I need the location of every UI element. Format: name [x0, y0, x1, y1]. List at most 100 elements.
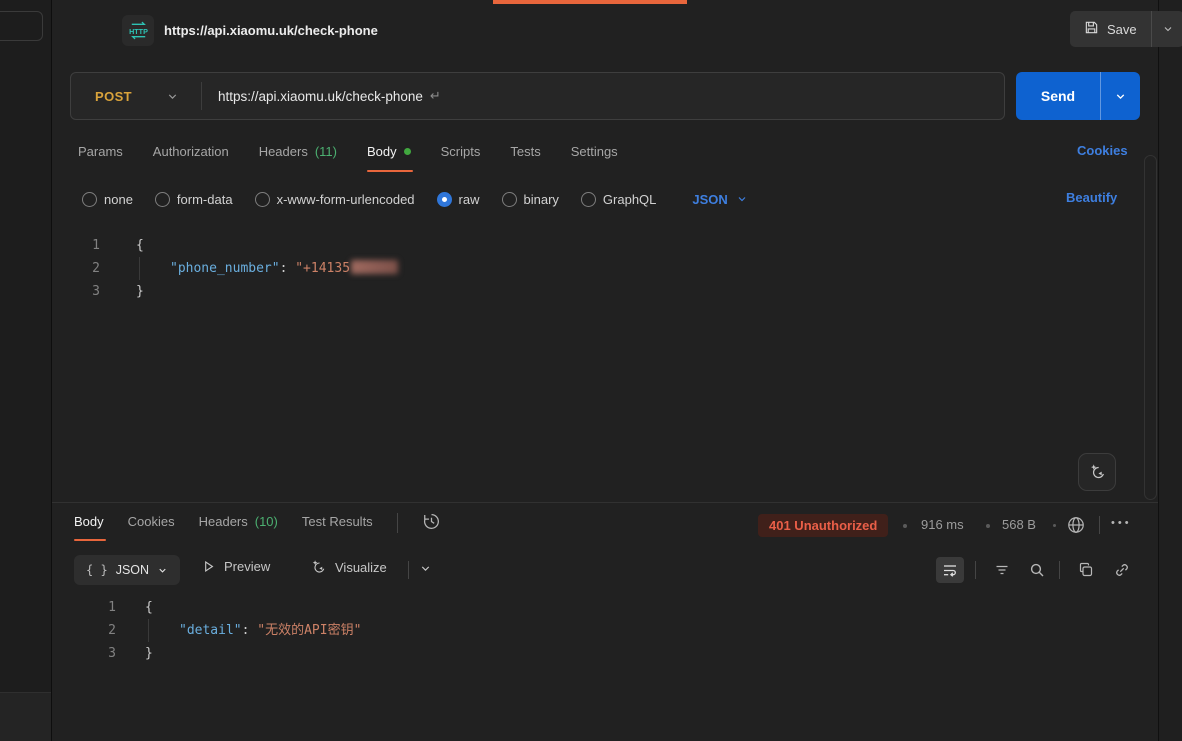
- radio-form-data[interactable]: [155, 192, 170, 207]
- code-line: "detail": "无效的API密钥": [179, 619, 361, 642]
- request-title: https://api.xiaomu.uk/check-phone: [164, 23, 378, 38]
- braces-icon: { }: [86, 563, 108, 577]
- method-selector-value[interactable]: POST: [71, 89, 166, 104]
- body-type-raw[interactable]: raw: [437, 192, 480, 207]
- format-chevron-down-icon: [157, 565, 168, 576]
- response-format-select[interactable]: { } JSON: [74, 555, 180, 585]
- right-sidebar-strip: [1158, 0, 1182, 741]
- request-body-editor[interactable]: 1 2 3 { "phone_number": "+14135 }: [0, 234, 1158, 500]
- beautify-link[interactable]: Beautify: [1066, 190, 1117, 205]
- send-button[interactable]: Send: [1016, 72, 1100, 120]
- copy-icon: [1078, 562, 1094, 578]
- link-button[interactable]: [1108, 557, 1136, 583]
- request-url-row: POST https://api.xiaomu.uk/check-phone ↵…: [52, 70, 1158, 122]
- request-url-box: POST https://api.xiaomu.uk/check-phone ↵: [70, 72, 1005, 120]
- preview-button[interactable]: Preview: [201, 559, 270, 574]
- postbot-ai-button[interactable]: [1078, 453, 1116, 491]
- search-icon: [1029, 562, 1045, 578]
- send-options-dropdown[interactable]: [1100, 72, 1140, 120]
- more-options-icon[interactable]: •••: [1111, 517, 1132, 529]
- response-toolbar: { } JSON Preview Visualize: [0, 555, 1158, 587]
- redacted-phone-number: [351, 260, 398, 274]
- line-number: 3: [70, 642, 116, 665]
- body-type-options: none form-data x-www-form-urlencoded raw…: [82, 186, 748, 212]
- body-type-form-data[interactable]: form-data: [155, 192, 233, 207]
- save-button-label: Save: [1107, 22, 1137, 37]
- play-icon: [201, 559, 216, 574]
- response-format-value: JSON: [116, 563, 149, 577]
- body-type-urlencoded[interactable]: x-www-form-urlencoded: [255, 192, 415, 207]
- tab-scripts[interactable]: Scripts: [441, 138, 481, 172]
- body-type-graphql[interactable]: GraphQL: [581, 192, 656, 207]
- toolbar-divider: [975, 561, 976, 579]
- tab-params[interactable]: Params: [78, 138, 123, 172]
- meta-separator-dot: [903, 524, 907, 528]
- wrap-lines-button[interactable]: [936, 557, 964, 583]
- response-body-editor[interactable]: 1 2 3 { "detail": "无效的API密钥" }: [0, 596, 1158, 741]
- line-number: 1: [70, 234, 100, 257]
- radio-binary[interactable]: [502, 192, 517, 207]
- indent-guide: [148, 619, 149, 642]
- code-line: {: [136, 234, 144, 257]
- save-button[interactable]: Save: [1070, 11, 1151, 47]
- code-line: {: [145, 596, 153, 619]
- response-time[interactable]: 916 ms: [921, 517, 964, 532]
- http-protocol-icon: HTTP: [122, 15, 154, 46]
- cookies-link[interactable]: Cookies: [1077, 143, 1128, 158]
- response-status-badge[interactable]: 401 Unauthorized: [758, 514, 888, 537]
- request-tabs: Params Authorization Headers (11) Body S…: [78, 138, 618, 172]
- send-button-group: Send: [1016, 72, 1140, 120]
- json-value-visible: "+14135: [295, 261, 350, 276]
- sparkle-circle-icon: [310, 559, 327, 576]
- filter-button[interactable]: [988, 557, 1016, 583]
- enter-key-hint: ↵: [430, 88, 441, 104]
- json-key: "phone_number": [170, 261, 280, 276]
- network-globe-icon[interactable]: [1066, 515, 1086, 538]
- tab-authorization[interactable]: Authorization: [153, 138, 229, 172]
- response-size[interactable]: 568 B: [1002, 517, 1036, 532]
- background-panel-box: [0, 11, 43, 41]
- radio-raw-selected[interactable]: [437, 192, 452, 207]
- url-input[interactable]: https://api.xiaomu.uk/check-phone: [202, 89, 423, 104]
- meta-separator-dot: [986, 524, 990, 528]
- body-type-binary[interactable]: binary: [502, 192, 559, 207]
- toolbar-divider: [1059, 561, 1060, 579]
- response-meta-bar: 401 Unauthorized 916 ms 568 B •••: [0, 513, 1158, 541]
- json-value: "无效的API密钥": [257, 623, 361, 638]
- copy-button[interactable]: [1072, 557, 1100, 583]
- sparkle-circle-icon: [1088, 463, 1107, 482]
- body-type-none[interactable]: none: [82, 192, 133, 207]
- save-options-dropdown[interactable]: [1151, 11, 1182, 47]
- body-modified-dot: [404, 148, 411, 155]
- line-number: 1: [70, 596, 116, 619]
- radio-graphql[interactable]: [581, 192, 596, 207]
- link-icon: [1114, 562, 1130, 578]
- raw-language-select[interactable]: JSON: [692, 192, 747, 207]
- radio-urlencoded[interactable]: [255, 192, 270, 207]
- visualize-button[interactable]: Visualize: [310, 559, 387, 576]
- tab-tests[interactable]: Tests: [510, 138, 540, 172]
- editor-scrollbar-track[interactable]: [1144, 155, 1157, 500]
- tab-settings[interactable]: Settings: [571, 138, 618, 172]
- save-button-group: Save: [1070, 11, 1182, 47]
- radio-none[interactable]: [82, 192, 97, 207]
- send-button-label: Send: [1041, 88, 1075, 104]
- language-chevron-down-icon: [736, 193, 748, 205]
- request-header-bar: HTTP https://api.xiaomu.uk/check-phone S…: [52, 0, 1158, 62]
- toolbar-divider: [408, 561, 409, 579]
- tab-body[interactable]: Body: [367, 138, 411, 172]
- raw-language-value: JSON: [692, 192, 727, 207]
- line-number: 2: [70, 257, 100, 280]
- api-client-window: HTTP https://api.xiaomu.uk/check-phone S…: [0, 0, 1182, 741]
- line-number: 2: [70, 619, 116, 642]
- view-options-chevron[interactable]: [419, 562, 432, 575]
- indent-guide: [139, 257, 140, 280]
- search-button[interactable]: [1023, 557, 1051, 583]
- save-icon: [1084, 20, 1099, 38]
- method-chevron-down-icon[interactable]: [166, 90, 179, 103]
- code-line: "phone_number": "+14135: [170, 257, 398, 280]
- tab-headers[interactable]: Headers (11): [259, 138, 337, 172]
- meta-divider: [1099, 516, 1100, 534]
- word-wrap-icon: [942, 562, 958, 578]
- meta-separator-dot: [1053, 524, 1056, 527]
